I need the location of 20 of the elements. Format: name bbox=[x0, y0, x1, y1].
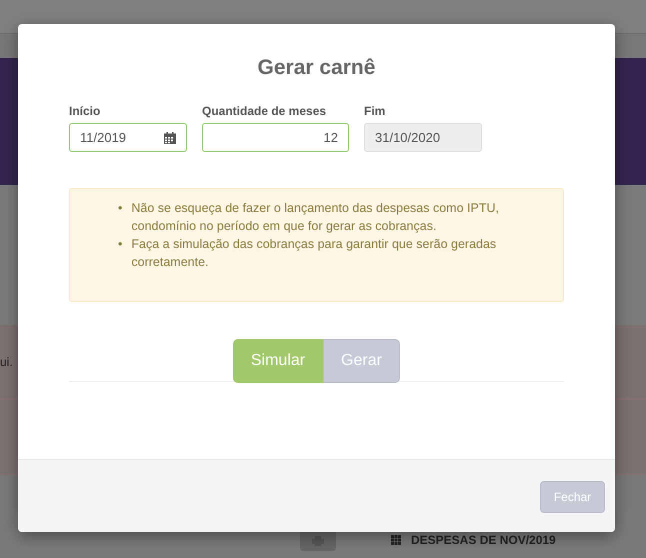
print-button[interactable] bbox=[300, 531, 336, 551]
printer-icon bbox=[312, 536, 324, 546]
generate-button[interactable]: Gerar bbox=[323, 339, 400, 383]
input-field[interactable]: 12 bbox=[202, 123, 349, 152]
input-field[interactable]: 11/2019 bbox=[69, 123, 187, 152]
bullet-mark: • bbox=[118, 236, 122, 253]
grid-icon bbox=[391, 535, 401, 545]
note-text: Faça a simulação das cobranças para garantir que serão geradas corretamente. bbox=[131, 236, 498, 271]
note-text: Não se esqueça de fazer o lançamento das despesas como IPTU, condomínio no período em que for gerar as cobranças. bbox=[131, 200, 500, 235]
field-label: Quantidade de meses bbox=[202, 104, 328, 118]
simulate-button[interactable]: Simular bbox=[233, 339, 323, 383]
field-label: Início bbox=[69, 104, 102, 118]
field-label: Fim bbox=[364, 104, 386, 118]
row-text: ui. bbox=[0, 355, 13, 369]
calendar-icon[interactable] bbox=[164, 132, 176, 144]
input-field: 31/10/2020 bbox=[364, 123, 482, 152]
modal-title: Gerar carnê bbox=[256, 56, 376, 80]
bullet-mark: • bbox=[118, 200, 122, 217]
section-title: DESPESAS DE NOV/2019 bbox=[411, 533, 556, 547]
close-button[interactable]: Fechar bbox=[540, 481, 605, 513]
